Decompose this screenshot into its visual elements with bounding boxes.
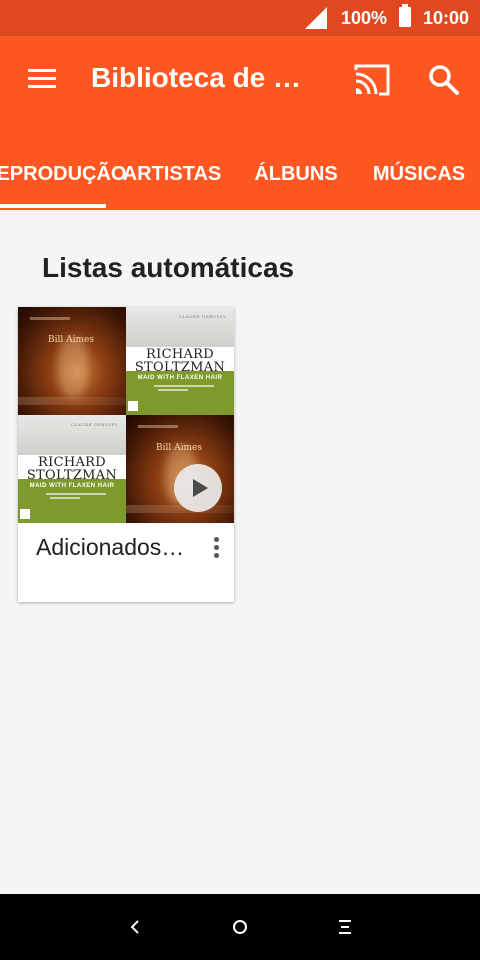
cast-icon[interactable] <box>352 60 392 100</box>
album-art-text: CLAUDE DEBUSSY <box>179 314 226 319</box>
system-nav-bar <box>0 894 480 960</box>
tab-musicas[interactable]: MÚSICAS <box>366 162 472 210</box>
page-title: Biblioteca de m… <box>91 62 323 93</box>
search-icon[interactable] <box>424 60 464 100</box>
album-art-text: MAID WITH FLAXEN HAIR <box>137 375 223 381</box>
home-icon[interactable] <box>225 912 255 942</box>
tab-reproducao[interactable]: REPRODUÇÃO <box>0 162 127 210</box>
tab-label: REPRODUÇÃO <box>0 163 127 185</box>
play-icon[interactable] <box>174 464 222 512</box>
tab-label: ARTISTAS <box>122 163 222 185</box>
tab-indicator <box>0 204 106 208</box>
signal-icon <box>305 7 327 29</box>
tab-albuns[interactable]: ÁLBUNS <box>246 162 346 210</box>
back-icon[interactable] <box>120 912 150 942</box>
app-bar: Biblioteca de m… REPRODUÇÃO ARTISTAS ÁLB… <box>0 36 480 210</box>
section-title: Listas automáticas <box>42 252 295 283</box>
menu-icon[interactable] <box>26 66 58 92</box>
album-art-tile: CLAUDE DEBUSSY RICHARD STOLTZMAN MAID WI… <box>18 415 126 523</box>
album-art-collage: Bill Aimes CLAUDE DEBUSSY RICHARD STOLTZ… <box>18 307 234 523</box>
battery-icon <box>399 4 411 27</box>
battery-percent: 100% <box>341 8 388 28</box>
tab-label: ÁLBUNS <box>254 163 338 185</box>
more-vert-icon[interactable] <box>204 533 228 563</box>
clock: 10:00 <box>423 8 470 28</box>
card-title: Adicionados… <box>36 534 185 560</box>
playlist-card[interactable]: Bill Aimes CLAUDE DEBUSSY RICHARD STOLTZ… <box>18 307 234 602</box>
album-art-text: Bill Aimes <box>156 443 202 453</box>
tab-label: MÚSICAS <box>372 163 466 185</box>
album-art-text: MAID WITH FLAXEN HAIR <box>29 483 115 489</box>
status-bar: 100% 10:00 <box>0 0 480 36</box>
album-art-text: CLAUDE DEBUSSY <box>71 422 118 427</box>
album-art-tile: Bill Aimes <box>126 415 234 523</box>
tab-bar: REPRODUÇÃO ARTISTAS ÁLBUNS MÚSICAS <box>0 162 480 210</box>
album-art-tile: Bill Aimes <box>18 307 126 415</box>
tab-artistas[interactable]: ARTISTAS <box>112 162 232 210</box>
recents-icon[interactable] <box>330 912 360 942</box>
album-art-text: Bill Aimes <box>48 335 94 345</box>
album-art-tile: CLAUDE DEBUSSY RICHARD STOLTZMAN MAID WI… <box>126 307 234 415</box>
